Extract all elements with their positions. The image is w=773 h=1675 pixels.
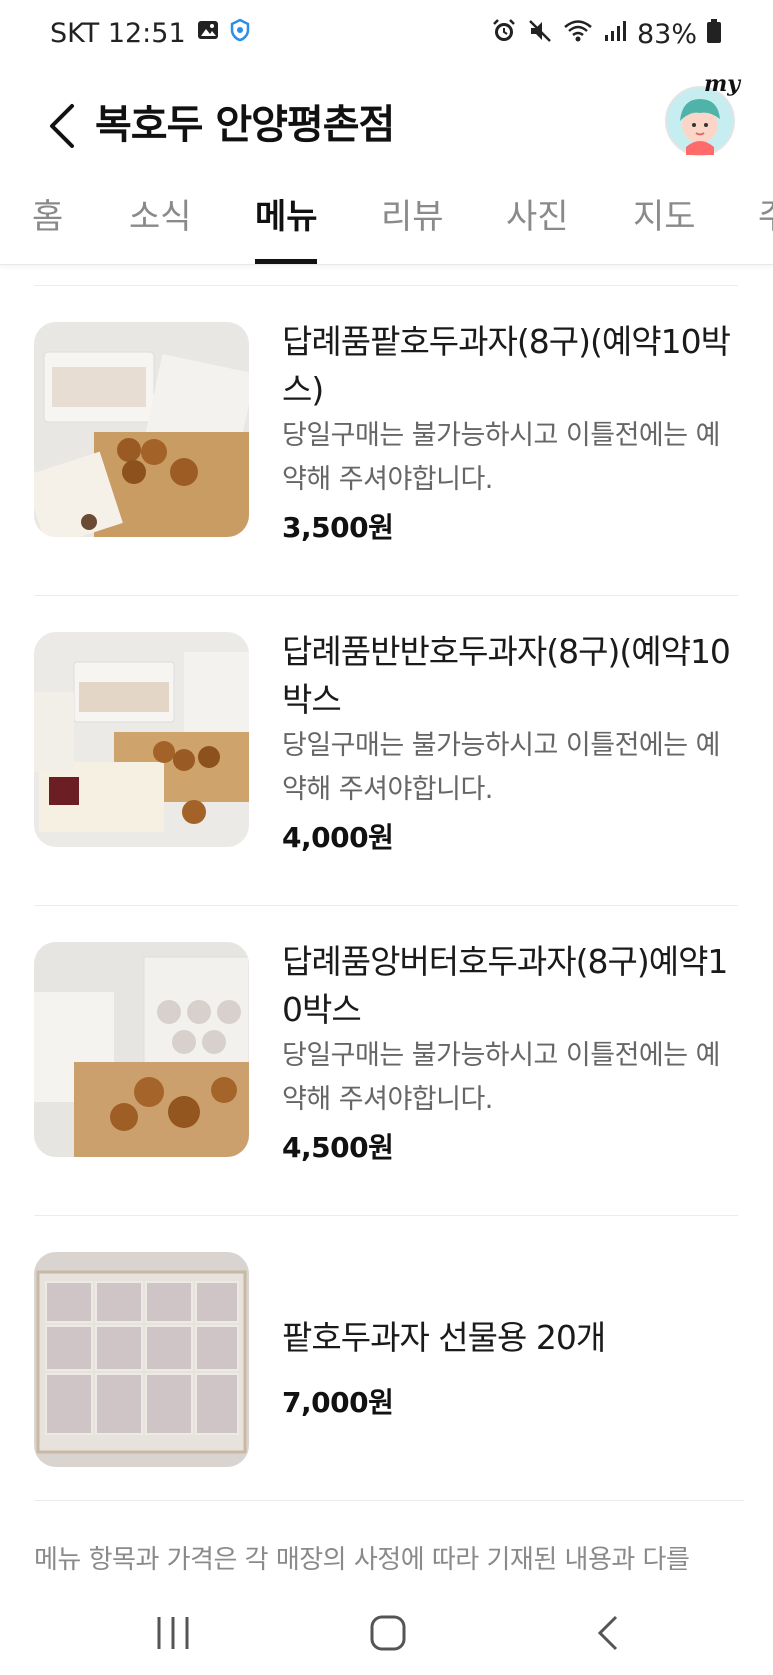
back-icon <box>597 1615 618 1651</box>
tab-photos[interactable]: 사진 <box>506 189 569 238</box>
chevron-left-icon <box>50 104 74 148</box>
menu-item-name: 팥호두과자 선물용 20개 <box>282 1318 606 1357</box>
wifi-icon <box>563 18 593 51</box>
nav-back-button[interactable] <box>578 1603 638 1663</box>
status-left: SKT 12:51 <box>50 18 250 49</box>
menu-item-price: 3,500원 <box>282 511 394 544</box>
recent-apps-icon <box>157 1617 189 1649</box>
tab-map[interactable]: 지도 <box>633 189 696 238</box>
signal-icon <box>603 19 627 50</box>
tab-reviews[interactable]: 리뷰 <box>381 189 444 238</box>
menu-item-price: 4,500원 <box>282 1131 394 1164</box>
menu-item-name: 답례품팥호두과자(8구)(예약10박스) <box>282 322 731 409</box>
menu-item-name: 답례품반반호두과자(8구)(예약10박스 <box>282 632 731 719</box>
menu-item-description: 당일구매는 불가능하시고 이틀전에는 예약해 주셔야합니다. <box>282 730 721 805</box>
image-icon <box>196 18 220 49</box>
avatar[interactable]: my <box>662 71 742 157</box>
list-item[interactable]: 답례품팥호두과자(8구)(예약10박스) 당일구매는 불가능하시고 이틀전에는 … <box>34 285 738 596</box>
tab-home[interactable]: 홈 <box>32 189 63 238</box>
menu-item-photo <box>34 322 249 537</box>
tab-bar: 홈 소식 메뉴 리뷰 사진 지도 주 <box>0 177 773 265</box>
recent-apps-button[interactable] <box>143 1603 203 1663</box>
carrier-time: SKT 12:51 <box>50 18 186 49</box>
home-button[interactable] <box>358 1603 418 1663</box>
tab-menu[interactable]: 메뉴 <box>255 189 318 238</box>
list-item[interactable]: 답례품반반호두과자(8구)(예약10박스 당일구매는 불가능하시고 이틀전에는 … <box>34 595 738 906</box>
page-title: 복호두 안양평촌점 <box>95 102 395 148</box>
tab-more[interactable]: 주 <box>758 189 773 238</box>
alarm-icon <box>491 18 517 51</box>
menu-item-description: 당일구매는 불가능하시고 이틀전에는 예약해 주셔야합니다. <box>282 1040 721 1115</box>
avatar-label: my <box>704 71 741 97</box>
tab-news[interactable]: 소식 <box>129 189 192 238</box>
shield-icon <box>230 18 250 49</box>
menu-item-photo <box>34 632 249 847</box>
battery-icon <box>707 19 721 50</box>
back-button[interactable] <box>26 86 96 166</box>
menu-item-photo <box>34 1252 249 1467</box>
menu-item-price: 4,000원 <box>282 821 394 854</box>
list-item[interactable]: 답례품앙버터호두과자(8구)예약10박스 당일구매는 불가능하시고 이틀전에는 … <box>34 905 738 1216</box>
menu-item-price: 7,000원 <box>282 1386 394 1419</box>
battery-percent: 83% <box>636 19 697 50</box>
menu-item-name: 답례품앙버터호두과자(8구)예약10박스 <box>282 942 728 1029</box>
status-bar: SKT 12:51 83% <box>0 0 773 72</box>
app-header: 복호두 안양평촌점 my <box>0 71 773 187</box>
mute-icon <box>527 18 553 51</box>
home-icon <box>370 1615 406 1651</box>
system-nav-bar <box>0 1585 773 1675</box>
list-item[interactable]: 팥호두과자 선물용 20개 7,000원 <box>34 1215 738 1501</box>
menu-item-description: 당일구매는 불가능하시고 이틀전에는 예약해 주셔야합니다. <box>282 420 721 495</box>
status-right: 83% <box>491 18 721 51</box>
menu-notice: 메뉴 항목과 가격은 각 매장의 사정에 따라 기재된 내용과 다를 <box>34 1500 744 1576</box>
active-tab-indicator <box>255 259 317 264</box>
menu-item-photo <box>34 942 249 1157</box>
